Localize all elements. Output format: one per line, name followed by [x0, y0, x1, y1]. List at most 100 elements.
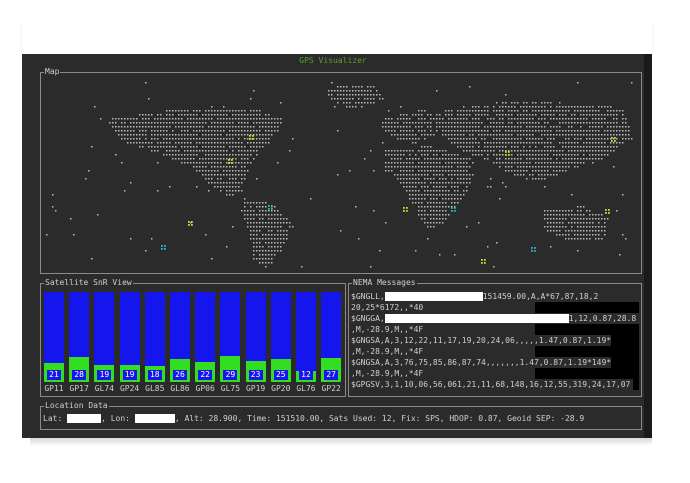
map-dot	[142, 130, 144, 132]
map-dot	[553, 214, 555, 216]
map-dot	[214, 110, 216, 112]
map-dot	[355, 206, 357, 208]
map-dot	[226, 158, 228, 160]
map-dot	[586, 150, 588, 152]
map-dot	[397, 174, 399, 176]
map-dot	[394, 162, 396, 164]
map-dot	[136, 118, 138, 120]
map-dot	[406, 150, 408, 152]
map-dot	[466, 150, 468, 152]
map-dot	[499, 114, 501, 116]
map-dot	[259, 206, 261, 208]
map-dot	[454, 162, 456, 164]
map-dot	[607, 110, 609, 112]
map-dot	[148, 98, 150, 100]
map-dot	[370, 102, 372, 104]
map-dot	[55, 210, 57, 212]
map-dot	[625, 238, 627, 240]
map-dot	[232, 194, 234, 196]
map-dot	[511, 150, 513, 152]
map-dot	[367, 90, 369, 92]
map-dot	[556, 154, 558, 156]
map-dot	[580, 122, 582, 124]
map-dot	[475, 126, 477, 128]
map-dot	[226, 142, 228, 144]
map-dot	[184, 146, 186, 148]
map-dot	[469, 134, 471, 136]
map-dot	[226, 126, 228, 128]
map-dot	[427, 158, 429, 160]
map-dot	[166, 126, 168, 128]
map-dot	[559, 210, 561, 212]
map-dot	[223, 138, 225, 140]
map-dot	[271, 254, 273, 256]
map-dot	[193, 162, 195, 164]
map-dot	[517, 174, 519, 176]
map-dot	[505, 142, 507, 144]
map-dot	[340, 230, 342, 232]
map-dot	[418, 166, 420, 168]
map-dot	[262, 206, 264, 208]
map-dot	[163, 146, 165, 148]
map-dot	[589, 230, 591, 232]
map-dot	[202, 134, 204, 136]
map-dot	[241, 190, 243, 192]
map-dot	[430, 194, 432, 196]
map-dot	[253, 222, 255, 224]
map-dot	[268, 138, 270, 140]
map-dot	[532, 170, 534, 172]
map-dot	[70, 218, 72, 220]
map-dot	[421, 202, 423, 204]
map-dot	[559, 166, 561, 168]
map-dot	[193, 158, 195, 160]
map-dot	[253, 122, 255, 124]
scrollbar[interactable]	[644, 54, 652, 438]
map-dot	[478, 130, 480, 132]
map-dot	[400, 170, 402, 172]
satellite-marker	[611, 137, 613, 139]
map-dot	[454, 142, 456, 144]
map-dot	[400, 114, 402, 116]
map-dot	[211, 130, 213, 132]
map-dot	[562, 218, 564, 220]
map-dot	[427, 154, 429, 156]
map-dot	[268, 254, 270, 256]
map-dot	[277, 130, 279, 132]
map-dot	[439, 182, 441, 184]
map-dot	[490, 142, 492, 144]
map-dot	[256, 258, 258, 260]
map-dot	[535, 122, 537, 124]
map-dot	[454, 174, 456, 176]
map-dot	[565, 122, 567, 124]
map-dot	[244, 138, 246, 140]
map-dot	[415, 122, 417, 124]
satellite-marker	[231, 162, 233, 164]
map-dot	[178, 122, 180, 124]
map-dot	[439, 206, 441, 208]
map-dot	[241, 142, 243, 144]
map-dot	[433, 154, 435, 156]
map-dot	[595, 146, 597, 148]
map-dot	[229, 182, 231, 184]
map-dot	[385, 162, 387, 164]
map-dot	[460, 130, 462, 132]
map-dot	[196, 186, 198, 188]
map-dot	[586, 110, 588, 112]
map-dot	[538, 154, 540, 156]
map-dot	[199, 170, 201, 172]
map-dot	[409, 194, 411, 196]
map-dot	[349, 170, 351, 172]
map-dot	[487, 110, 489, 112]
map-dot	[262, 202, 264, 204]
map-dot	[511, 134, 513, 136]
map-dot	[148, 146, 150, 148]
map-dot	[253, 110, 255, 112]
map-dot	[559, 230, 561, 232]
map-dot	[568, 110, 570, 112]
map-dot	[238, 122, 240, 124]
map-dot	[580, 162, 582, 164]
map-dot	[529, 130, 531, 132]
map-dot	[442, 198, 444, 200]
map-dot	[169, 114, 171, 116]
map-dot	[517, 162, 519, 164]
